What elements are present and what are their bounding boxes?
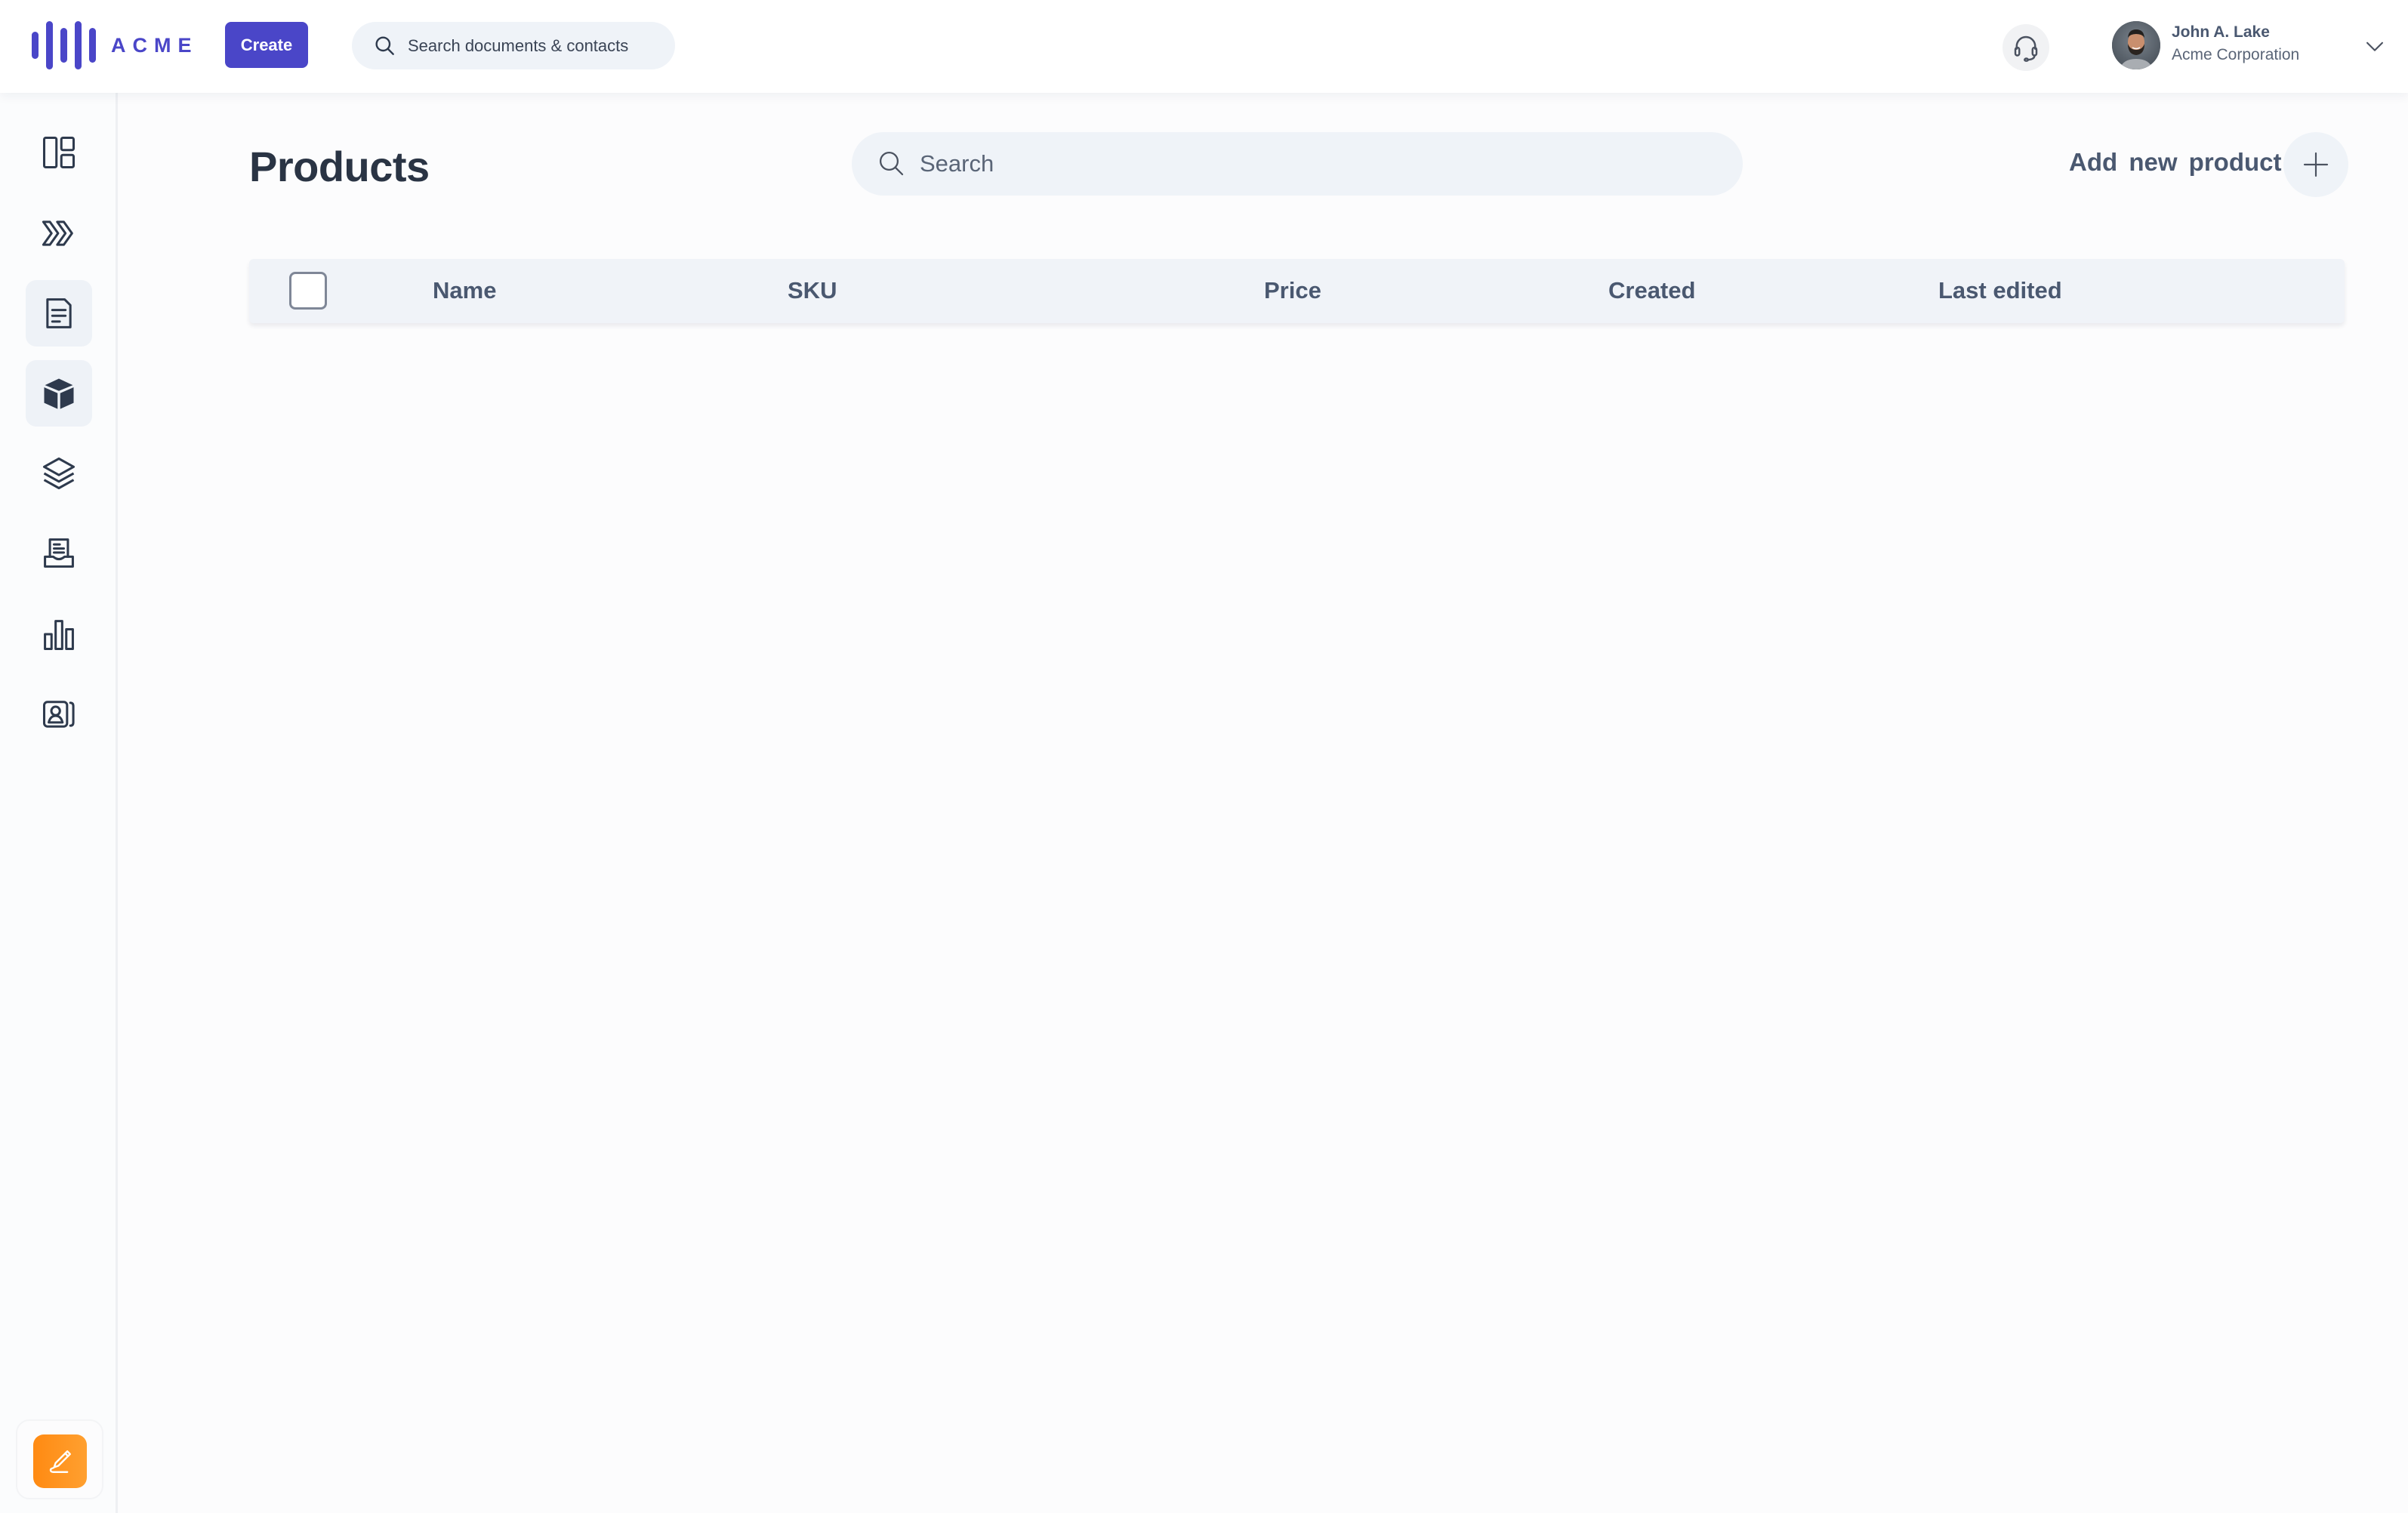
sidebar-item-reports[interactable] bbox=[26, 601, 92, 667]
double-chevron-right-icon bbox=[42, 220, 73, 246]
document-icon bbox=[46, 298, 72, 328]
add-new-product-link[interactable]: Add new product bbox=[2069, 148, 2281, 177]
cube-icon bbox=[44, 378, 74, 409]
inbox-document-icon bbox=[44, 538, 74, 568]
chevron-down-icon[interactable] bbox=[2362, 33, 2388, 59]
column-header-created[interactable]: Created bbox=[1608, 277, 1695, 304]
support-button[interactable] bbox=[2003, 24, 2049, 71]
sidebar-item-inbox[interactable] bbox=[26, 520, 92, 587]
column-header-sku[interactable]: SKU bbox=[788, 277, 837, 304]
column-header-price[interactable]: Price bbox=[1264, 277, 1321, 304]
page-title: Products bbox=[249, 143, 430, 190]
user-organization: Acme Corporation bbox=[2172, 46, 2300, 63]
logo-text: ACME bbox=[111, 33, 199, 57]
sidebar-item-contacts[interactable] bbox=[26, 681, 92, 747]
search-icon bbox=[375, 35, 394, 55]
sidebar-item-dashboard[interactable] bbox=[26, 119, 92, 186]
sidebar-item-layers[interactable] bbox=[26, 440, 92, 507]
quick-action-card bbox=[16, 1419, 103, 1499]
column-header-last-edited[interactable]: Last edited bbox=[1938, 277, 2062, 304]
sidebar-item-documents[interactable] bbox=[26, 280, 92, 347]
contacts-icon bbox=[42, 701, 75, 728]
acme-logo[interactable]: ACME bbox=[32, 21, 199, 69]
product-search-input[interactable] bbox=[920, 150, 1713, 177]
global-search-placeholder: Search documents & contacts bbox=[408, 35, 629, 55]
add-product-button[interactable] bbox=[2283, 132, 2348, 197]
sidebar bbox=[0, 93, 118, 1513]
sidebar-item-products[interactable] bbox=[26, 360, 92, 427]
logo-mark-icon bbox=[32, 21, 96, 69]
user-name: John A. Lake bbox=[2172, 23, 2270, 41]
compose-button[interactable] bbox=[33, 1434, 87, 1488]
column-header-name[interactable]: Name bbox=[433, 277, 496, 304]
pencil-signature-icon bbox=[49, 1450, 71, 1473]
avatar-photo bbox=[2112, 21, 2160, 69]
top-bar: ACME Create Search documents & contacts … bbox=[0, 0, 2408, 93]
dashboard-icon bbox=[42, 136, 76, 169]
plus-icon bbox=[2303, 152, 2329, 177]
global-search[interactable]: Search documents & contacts bbox=[352, 22, 675, 69]
sidebar-item-workflows[interactable] bbox=[26, 200, 92, 267]
select-all-checkbox[interactable] bbox=[289, 272, 327, 310]
bar-chart-icon bbox=[44, 620, 74, 651]
products-table-header: Name SKU Price Created Last edited bbox=[249, 259, 2345, 323]
search-icon bbox=[879, 151, 904, 176]
product-search[interactable] bbox=[852, 132, 1743, 196]
headset-icon bbox=[2014, 35, 2038, 62]
create-button[interactable]: Create bbox=[225, 22, 308, 68]
products-table-body bbox=[249, 325, 2345, 1457]
user-avatar[interactable] bbox=[2112, 21, 2160, 69]
layers-icon bbox=[42, 457, 76, 490]
